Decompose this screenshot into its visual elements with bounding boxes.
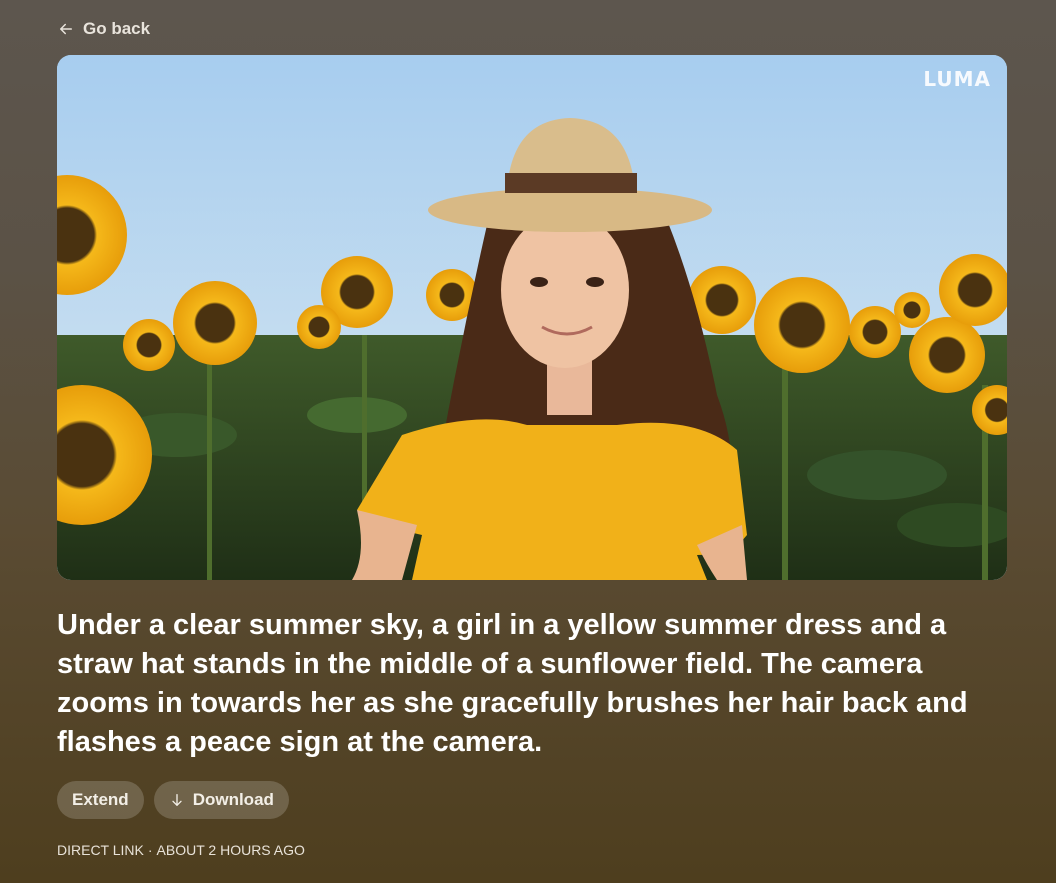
go-back-button[interactable]: Go back (57, 17, 150, 41)
arrow-left-icon (60, 23, 72, 35)
prompt-text: Under a clear summer sky, a girl in a ye… (57, 609, 968, 758)
video-frame (57, 55, 1007, 580)
extend-label: Extend (72, 790, 129, 809)
download-label: Download (192, 790, 274, 809)
video-player[interactable]: LUMA (57, 55, 1007, 580)
extend-button[interactable]: Extend (57, 781, 144, 819)
download-button[interactable]: Download (153, 781, 289, 819)
meta-separator: · (147, 842, 153, 858)
go-back-label: Go back (83, 19, 151, 38)
generation-meta: DIRECT LINK · ABOUT 2 HOURS AGO (57, 842, 305, 858)
arrow-down-icon (172, 794, 182, 806)
timestamp: ABOUT 2 HOURS AGO (156, 842, 305, 858)
luma-logo: LUMA (923, 67, 991, 91)
direct-link[interactable]: DIRECT LINK (57, 842, 144, 858)
action-bar: Extend Download (57, 781, 289, 819)
